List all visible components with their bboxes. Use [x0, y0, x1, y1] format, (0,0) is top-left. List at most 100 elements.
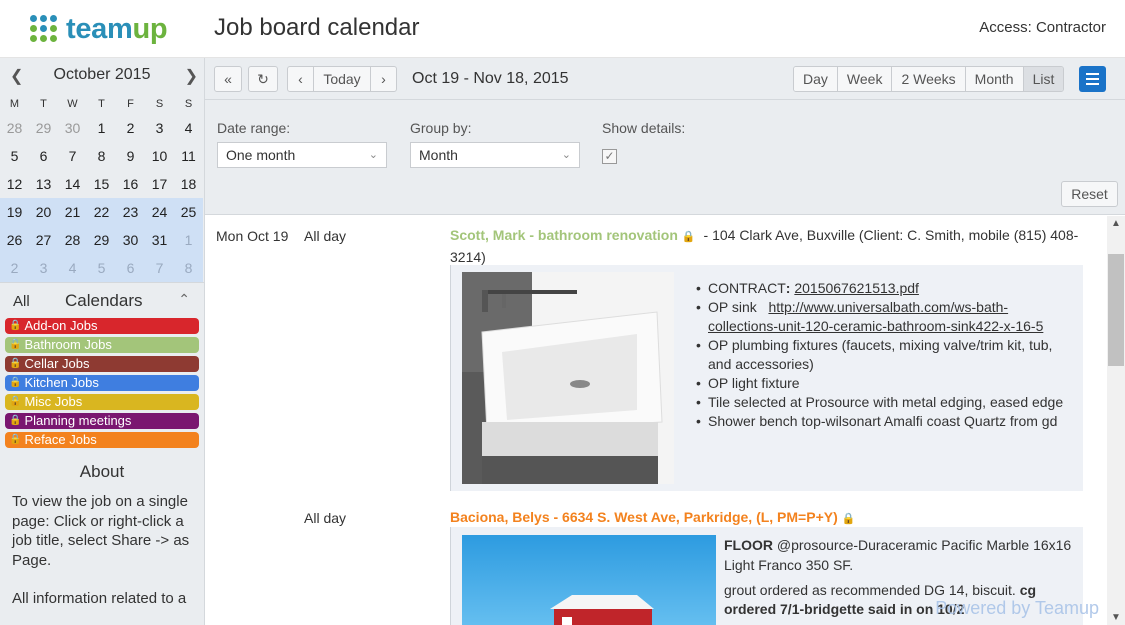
calendar-item[interactable]: 🔒 Kitchen Jobs	[5, 375, 199, 391]
teamup-logo[interactable]: teamup	[30, 13, 168, 45]
mini-calendar-day[interactable]: 29	[29, 114, 58, 142]
hamburger-menu-icon[interactable]	[1079, 66, 1106, 92]
show-details-checkbox[interactable]: ✓	[602, 149, 617, 164]
mini-calendar-day[interactable]: 6	[29, 142, 58, 170]
scroll-up-icon[interactable]: ▲	[1111, 218, 1121, 229]
view-month-button[interactable]: Month	[965, 67, 1024, 91]
mini-calendar-day[interactable]: 29	[87, 226, 116, 254]
lock-icon: 🔒	[681, 231, 696, 243]
contract-link[interactable]: 2015067621513.pdf	[794, 280, 919, 296]
view-day-button[interactable]: Day	[794, 67, 838, 91]
about-paragraph: All information related to a	[12, 590, 187, 607]
mini-calendar-day[interactable]: 12	[0, 170, 29, 198]
mini-calendar-day[interactable]: 4	[58, 254, 87, 282]
page-title: Job board calendar	[214, 14, 420, 41]
mini-calendar-day[interactable]: 13	[29, 170, 58, 198]
mini-calendar-day[interactable]: 9	[116, 142, 145, 170]
mini-calendar-day[interactable]: 31	[145, 226, 174, 254]
mini-calendar-day[interactable]: 2	[0, 254, 29, 282]
prev-range-button[interactable]: ‹	[287, 66, 314, 92]
mini-calendar-day[interactable]: 17	[145, 170, 174, 198]
calendar-item[interactable]: 🔒 Cellar Jobs	[5, 356, 199, 372]
mini-calendar-day[interactable]: 30	[58, 114, 87, 142]
weekday-label: M	[9, 98, 20, 110]
event-title-link[interactable]: Scott, Mark - bathroom renovation	[450, 227, 678, 243]
calendar-item[interactable]: 🔒 Add-on Jobs	[5, 318, 199, 334]
mini-calendar-day[interactable]: 5	[87, 254, 116, 282]
calendars-header: All Calendars ⌃	[0, 282, 204, 318]
mini-calendar-weekdays: MTWTFSS	[0, 94, 204, 114]
reset-button[interactable]: Reset	[1061, 181, 1118, 207]
detail-light: OP light fixture	[696, 374, 1076, 393]
mini-calendar-day[interactable]: 19	[0, 198, 29, 226]
list-scrollbar[interactable]: ▲ ▼	[1107, 216, 1125, 625]
event-date: Mon Oct 19	[216, 228, 289, 244]
mini-calendar-day[interactable]: 2	[116, 114, 145, 142]
calendar-item[interactable]: 🔒 Misc Jobs	[5, 394, 199, 410]
floor-detail: FLOOR @prosource-Duraceramic Pacific Mar…	[724, 535, 1079, 575]
mini-calendar-day[interactable]: 26	[0, 226, 29, 254]
date-range-label: Oct 19 - Nov 18, 2015	[412, 70, 569, 87]
sink-link[interactable]: http://www.universalbath.com/ws-bath-col…	[708, 299, 1043, 334]
lock-icon: 🔒	[9, 358, 22, 369]
mini-calendar-day[interactable]: 15	[87, 170, 116, 198]
next-range-button[interactable]: ›	[370, 66, 397, 92]
view-2weeks-button[interactable]: 2 Weeks	[892, 67, 966, 91]
calendar-item[interactable]: 🔒 Reface Jobs	[5, 432, 199, 448]
calendars-all-toggle[interactable]: All	[13, 293, 30, 310]
mini-calendar-month: October 2015	[53, 66, 151, 83]
mini-calendar-day[interactable]: 3	[145, 114, 174, 142]
mini-calendar-day[interactable]: 28	[58, 226, 87, 254]
mini-calendar-day[interactable]: 27	[29, 226, 58, 254]
mini-calendar-day[interactable]: 18	[174, 170, 203, 198]
mini-calendar-day[interactable]: 7	[145, 254, 174, 282]
mini-calendar-day[interactable]: 28	[0, 114, 29, 142]
mini-calendar-day[interactable]: 14	[58, 170, 87, 198]
mini-calendar-day[interactable]: 1	[174, 226, 203, 254]
chevron-up-icon[interactable]: ⌃	[178, 291, 190, 308]
double-chevron-left-icon[interactable]: «	[214, 66, 242, 92]
mini-calendar-day[interactable]: 3	[29, 254, 58, 282]
date-range-filter-label: Date range:	[217, 120, 291, 136]
mini-calendar-day[interactable]: 30	[116, 226, 145, 254]
sink-photo-graphic	[462, 272, 674, 484]
mini-calendar-day[interactable]: 6	[116, 254, 145, 282]
mini-calendar-day[interactable]: 23	[116, 198, 145, 226]
mini-calendar-header: ❮ October 2015 ❯	[0, 58, 204, 94]
mini-calendar-day[interactable]: 25	[174, 198, 203, 226]
mini-calendar-day[interactable]: 7	[58, 142, 87, 170]
view-list-button[interactable]: List	[1023, 67, 1064, 91]
refresh-icon[interactable]: ↻	[248, 66, 278, 92]
calendar-item-label: Reface Jobs	[24, 432, 97, 447]
mini-calendar-day[interactable]: 16	[116, 170, 145, 198]
mini-calendar-day[interactable]: 5	[0, 142, 29, 170]
event-title-link[interactable]: Baciona, Belys - 6634 S. West Ave, Parkr…	[450, 509, 838, 525]
scrollbar-thumb[interactable]	[1108, 254, 1124, 366]
powered-by-watermark[interactable]: Powered by Teamup	[935, 598, 1099, 619]
mini-calendar-day[interactable]: 1	[87, 114, 116, 142]
mini-calendar-day[interactable]: 21	[58, 198, 87, 226]
calendar-item[interactable]: 🔒 Planning meetings	[5, 413, 199, 429]
calendar-item[interactable]: 🔒 Bathroom Jobs	[5, 337, 199, 353]
mini-calendar-day[interactable]: 10	[145, 142, 174, 170]
event-details: CONTRACT: 2015067621513.pdf OP sink http…	[450, 265, 1083, 491]
detail-tile: Tile selected at Prosource with metal ed…	[696, 393, 1076, 412]
mini-next-month-icon[interactable]: ❯	[185, 66, 198, 86]
calendar-item-label: Planning meetings	[24, 413, 132, 428]
date-range-select[interactable]: One month ⌄	[217, 142, 387, 168]
group-by-select[interactable]: Month ⌄	[410, 142, 580, 168]
mini-calendar-day[interactable]: 8	[87, 142, 116, 170]
view-week-button[interactable]: Week	[837, 67, 893, 91]
weekday-label: F	[127, 98, 134, 110]
mini-calendar-day[interactable]: 8	[174, 254, 203, 282]
sidebar: ❮ October 2015 ❯ MTWTFSS 28 29 30 1 2 3 4 5 6 7 8 9…	[0, 58, 205, 625]
mini-calendar-day[interactable]: 4	[174, 114, 203, 142]
today-button[interactable]: Today	[313, 66, 371, 92]
mini-calendar-day[interactable]: 11	[174, 142, 203, 170]
mini-calendar-day[interactable]: 20	[29, 198, 58, 226]
scroll-down-icon[interactable]: ▼	[1111, 612, 1121, 623]
date-range-select-value: One month	[226, 147, 296, 163]
lock-icon: 🔒	[9, 396, 22, 407]
mini-calendar-day[interactable]: 24	[145, 198, 174, 226]
mini-calendar-day[interactable]: 22	[87, 198, 116, 226]
